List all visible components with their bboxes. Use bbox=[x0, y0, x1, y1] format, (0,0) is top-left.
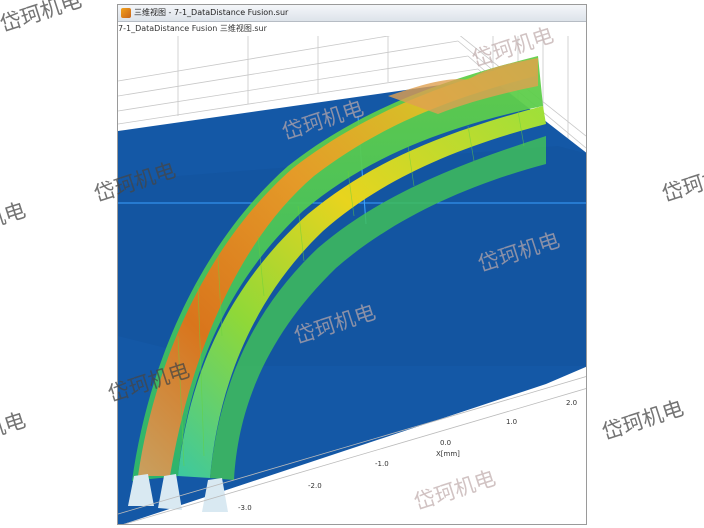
x-tick-label: 2.0 bbox=[566, 399, 577, 407]
surface-viewer-window: 三维视图 - 7-1_DataDistance Fusion.sur 7-1_D… bbox=[117, 4, 587, 525]
3d-surface-plot[interactable]: -3.0 -2.0 -1.0 0.0 1.0 2.0 X[mm] bbox=[118, 36, 587, 525]
x-tick-label: 1.0 bbox=[506, 418, 517, 426]
watermark: 岱珂机电 bbox=[599, 395, 687, 445]
document-tab[interactable]: 7-1_DataDistance Fusion 三维视图.sur bbox=[118, 22, 586, 36]
x-tick-label: -2.0 bbox=[308, 482, 322, 490]
watermark: 岱珂机电 bbox=[0, 407, 29, 457]
window-title: 三维视图 - 7-1_DataDistance Fusion.sur bbox=[134, 8, 289, 17]
x-tick-label: -3.0 bbox=[238, 504, 252, 512]
watermark: 岱珂机电 bbox=[659, 157, 704, 207]
3d-view[interactable]: -3.0 -2.0 -1.0 0.0 1.0 2.0 X[mm] bbox=[118, 36, 587, 525]
watermark: 岱珂机电 bbox=[0, 0, 85, 37]
title-bar[interactable]: 三维视图 - 7-1_DataDistance Fusion.sur bbox=[118, 5, 586, 22]
x-tick-label: 0.0 bbox=[440, 439, 451, 447]
x-tick-label: -1.0 bbox=[375, 460, 389, 468]
x-axis-label: X[mm] bbox=[436, 450, 460, 458]
app-icon bbox=[121, 8, 131, 18]
watermark: 岱珂机电 bbox=[0, 197, 29, 247]
